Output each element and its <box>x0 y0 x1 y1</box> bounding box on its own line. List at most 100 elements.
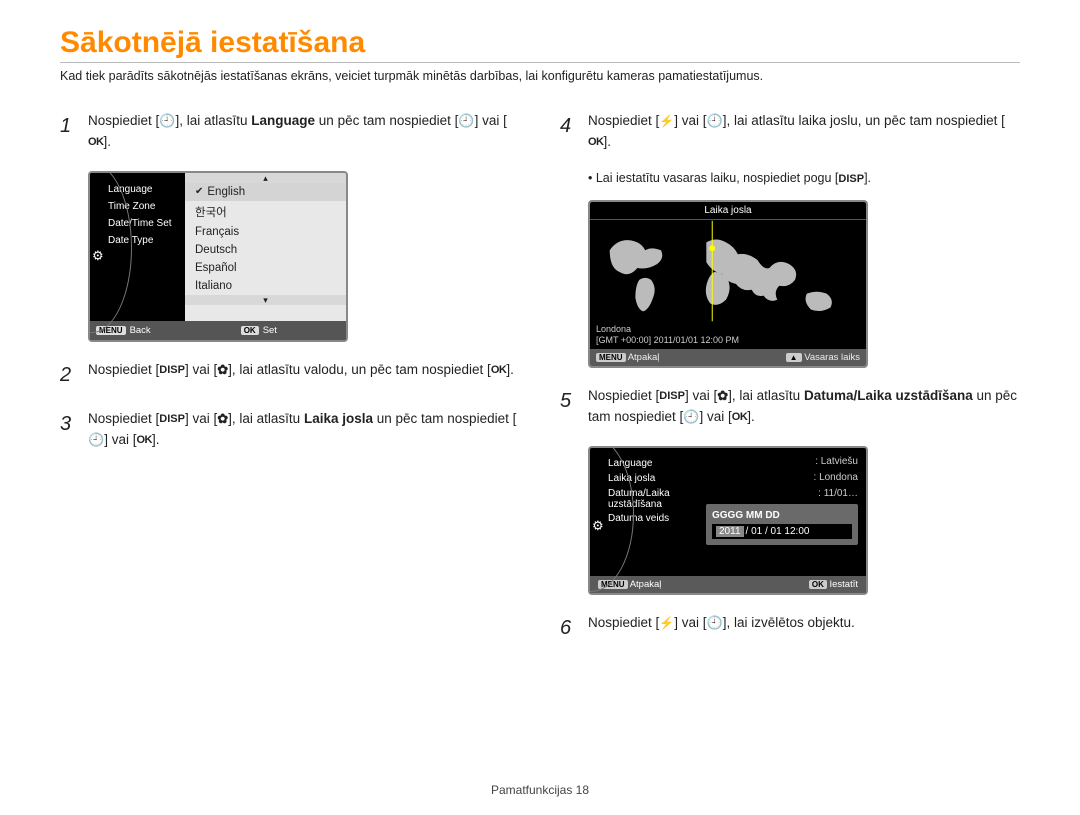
text: ] vai [ <box>185 411 217 426</box>
value: Londona <box>819 472 858 483</box>
text: ], lai atlasītu laika joslu, un pēc tam … <box>723 113 1005 128</box>
step-4: 4 Nospiediet [ ] vai [ ], lai atlasītu lai… <box>560 111 1020 153</box>
values-panel: : Latviešu : Londona : 11/01… GGGG MM DD… <box>702 448 866 576</box>
timezone-screen: Laika josla Londona [GMT <box>588 200 868 368</box>
step-body: Nospiediet [ ] vai [ ], lai izvēlētos obje… <box>588 613 1020 644</box>
year-value: 2011 <box>716 526 744 537</box>
ok-icon: OK <box>588 135 604 149</box>
text: ]. <box>506 362 514 377</box>
back-label: Back <box>130 325 151 336</box>
timer-icon <box>88 433 104 447</box>
right-column: 4 Nospiediet [ ] vai [ ], lai atlasītu lai… <box>560 111 1020 662</box>
timer-icon <box>159 114 175 128</box>
text: ]. <box>864 171 871 185</box>
ok-icon: OK <box>241 326 259 335</box>
value: Latviešu <box>821 456 858 467</box>
content-columns: 1 Nospiediet [], lai atlasītu Language u… <box>60 111 1020 662</box>
step-5: 5 Nospiediet [DISP] vai [], lai atlasītu… <box>560 386 1020 428</box>
menu-left: ⚙ Language Laika josla Datuma/Laika uzst… <box>590 448 702 576</box>
list-item: ✔English <box>185 183 346 201</box>
list-item: Deutsch <box>185 241 346 259</box>
timer-icon <box>707 616 723 630</box>
text: Nospiediet [ <box>88 411 159 426</box>
step-1: 1 Nospiediet [], lai atlasītu Language u… <box>60 111 520 153</box>
step-number: 5 <box>560 386 578 428</box>
text: ]. <box>604 134 612 149</box>
step-number: 3 <box>60 409 78 451</box>
text: Nospiediet [ <box>88 113 159 128</box>
macro-icon <box>217 412 228 426</box>
text: ] vai [ <box>700 409 732 424</box>
text: ] vai [ <box>104 432 136 447</box>
menu-left: ⚙ Language Time Zone Date/Time Set Date … <box>90 173 185 321</box>
step-number: 4 <box>560 111 578 153</box>
set-label: Set <box>263 325 277 336</box>
gmt-label: [GMT +00:00] 2011/01/01 12:00 PM <box>596 335 860 347</box>
scroll-down-icon: ▾ <box>185 295 346 305</box>
format-header: GGGG MM DD <box>712 510 852 521</box>
step-number: 6 <box>560 613 578 644</box>
world-map <box>590 220 866 322</box>
page-title: Sākotnējā iestatīšana <box>60 26 1020 63</box>
back-label: Atpakaļ <box>628 352 660 363</box>
datetime-screen: ⚙ Language Laika josla Datuma/Laika uzst… <box>588 446 868 595</box>
text: ] vai [ <box>674 615 706 630</box>
text: ]. <box>104 134 112 149</box>
disp-icon: DISP <box>838 172 864 186</box>
step-2: 2 Nospiediet [DISP] vai [], lai atlasītu… <box>60 360 520 391</box>
text: ] vai [ <box>475 113 507 128</box>
text: un pēc tam nospiediet [ <box>373 411 516 426</box>
step-body: Nospiediet [ ], lai atlasītu Language un … <box>88 111 520 153</box>
gear-icon: ⚙ <box>92 245 106 259</box>
bold-text: Laika josla <box>304 411 373 426</box>
text: Nospiediet [ <box>588 113 659 128</box>
date-rest: / 01 / 01 12:00 <box>746 526 810 537</box>
menu-icon: MENU <box>596 353 626 362</box>
screen-footer: MENUBack OKSet <box>90 321 346 340</box>
text: Nospiediet [ <box>88 362 159 377</box>
timer-icon <box>683 410 699 424</box>
ok-icon: OK <box>88 135 104 149</box>
text: un pēc tam nospiediet [ <box>315 113 458 128</box>
value: 11/01… <box>824 488 858 499</box>
text: ], lai izvēlētos objektu. <box>723 615 855 630</box>
ok-icon: OK <box>491 363 507 377</box>
intro-text: Kad tiek parādīts sākotnējās iestatīšana… <box>60 69 1020 83</box>
ok-icon: OK <box>732 410 748 424</box>
text: Lai iestatītu vasaras laiku, nospiediet … <box>596 171 839 185</box>
flash-icon <box>659 114 674 128</box>
list-item: Español <box>185 259 346 277</box>
timer-icon <box>707 114 723 128</box>
text: ], lai atlasītu <box>175 113 251 128</box>
macro-icon <box>717 389 728 403</box>
dst-label: Vasaras laiks <box>804 352 860 363</box>
step-number: 2 <box>60 360 78 391</box>
bold-text: Language <box>251 113 315 128</box>
timezone-info: Londona [GMT +00:00] 2011/01/01 12:00 PM <box>590 322 866 349</box>
city-label: Londona <box>596 324 860 336</box>
text: ], lai atlasītu valodu, un pēc tam nospi… <box>228 362 491 377</box>
text: ], lai atlasītu <box>228 411 304 426</box>
list-item: Français <box>185 223 346 241</box>
check-icon: ✔ <box>195 186 203 197</box>
left-column: 1 Nospiediet [], lai atlasītu Language u… <box>60 111 520 662</box>
list-item: 한국어 <box>185 201 346 223</box>
text: ] vai [ <box>685 388 717 403</box>
list-item: Italiano <box>185 277 346 295</box>
step-6: 6 Nospiediet [ ] vai [ ], lai izvēlētos ob… <box>560 613 1020 644</box>
gear-icon: ⚙ <box>592 516 604 536</box>
text: Nospiediet [ <box>588 615 659 630</box>
text: ] vai [ <box>674 113 706 128</box>
ok-icon: OK <box>809 580 827 589</box>
step-body: Nospiediet [DISP] vai [], lai atlasītu v… <box>88 360 520 391</box>
language-list: ▴ ✔English 한국어 Français Deutsch Español … <box>185 173 346 321</box>
text: ], lai atlasītu <box>728 388 804 403</box>
back-label: Atpakaļ <box>630 579 662 590</box>
step-3: 3 Nospiediet [DISP] vai [], lai atlasītu… <box>60 409 520 451</box>
page-footer: Pamatfunkcijas 18 <box>0 783 1080 797</box>
screen-footer: MENU Atpakaļ ▲ Vasaras laiks <box>590 349 866 366</box>
screen-title: Laika josla <box>590 202 866 220</box>
language-screen: ⚙ Language Time Zone Date/Time Set Date … <box>88 171 348 342</box>
text: Nospiediet [ <box>588 388 659 403</box>
step-body: Nospiediet [DISP] vai [], lai atlasītu D… <box>588 386 1020 428</box>
